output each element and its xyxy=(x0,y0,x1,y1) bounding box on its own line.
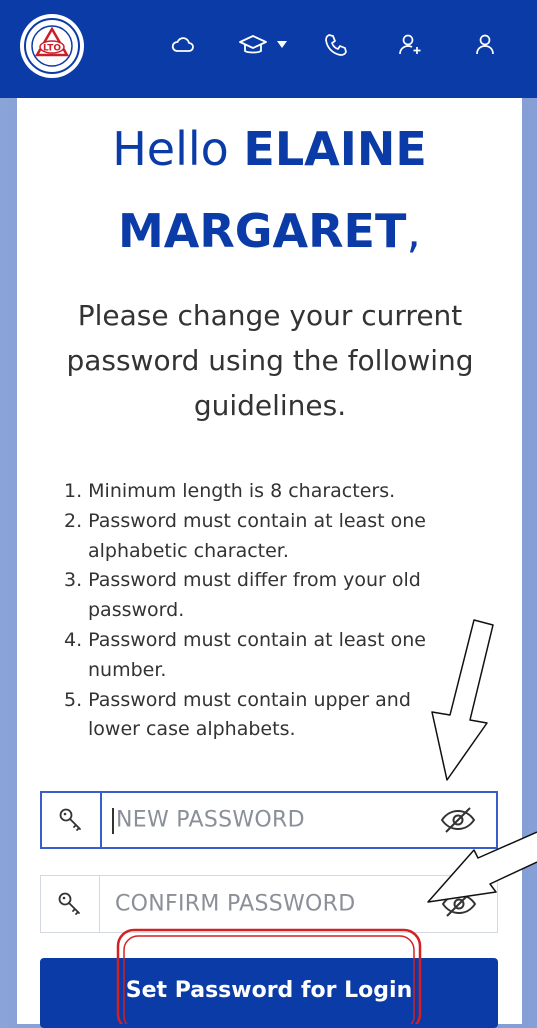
svg-text:LTO: LTO xyxy=(43,44,61,54)
greeting-second-name: MARGARET xyxy=(117,204,407,258)
password-guidelines-list: 1. Minimum length is 8 characters. 2. Pa… xyxy=(64,477,454,745)
add-user-icon[interactable] xyxy=(395,30,425,60)
instructions-text: Please change your current password usin… xyxy=(66,299,474,422)
key-icon xyxy=(42,793,102,847)
top-navigation-bar: LTO xyxy=(0,0,537,98)
new-password-field[interactable]: NEW PASSWORD xyxy=(40,791,498,849)
graduation-cap-icon[interactable] xyxy=(234,30,292,60)
new-password-placeholder: NEW PASSWORD xyxy=(116,807,305,833)
phone-icon[interactable] xyxy=(321,30,351,60)
key-icon xyxy=(41,876,100,932)
guideline-item: 5. Password must contain upper and lower… xyxy=(64,688,411,741)
greeting-comma: , xyxy=(406,204,421,258)
hide-password-eye-icon[interactable] xyxy=(438,805,478,835)
set-password-button-label: Set Password for Login xyxy=(125,978,413,1003)
greeting-first-name: ELAINE xyxy=(243,122,427,176)
text-cursor xyxy=(112,808,114,834)
chevron-down-icon xyxy=(277,41,287,48)
greeting-hello: Hello xyxy=(112,122,244,176)
guideline-item: 1. Minimum length is 8 characters. xyxy=(64,480,396,502)
lto-seal-icon: LTO xyxy=(24,18,80,74)
greeting-heading: Hello ELAINE MARGARET, xyxy=(17,108,522,272)
guideline-item: 2. Password must contain at least one al… xyxy=(64,509,426,562)
guideline-item: 3. Password must differ from your old pa… xyxy=(64,569,421,622)
set-password-button[interactable]: Set Password for Login xyxy=(40,958,498,1028)
confirm-password-field[interactable]: CONFIRM PASSWORD xyxy=(40,875,498,933)
guideline-item: 4. Password must contain at least one nu… xyxy=(64,628,426,681)
cloud-icon[interactable] xyxy=(168,30,198,60)
lto-logo[interactable]: LTO xyxy=(20,14,84,78)
hide-password-eye-icon[interactable] xyxy=(439,889,479,919)
user-icon[interactable] xyxy=(470,30,500,60)
confirm-password-placeholder: CONFIRM PASSWORD xyxy=(115,891,356,917)
